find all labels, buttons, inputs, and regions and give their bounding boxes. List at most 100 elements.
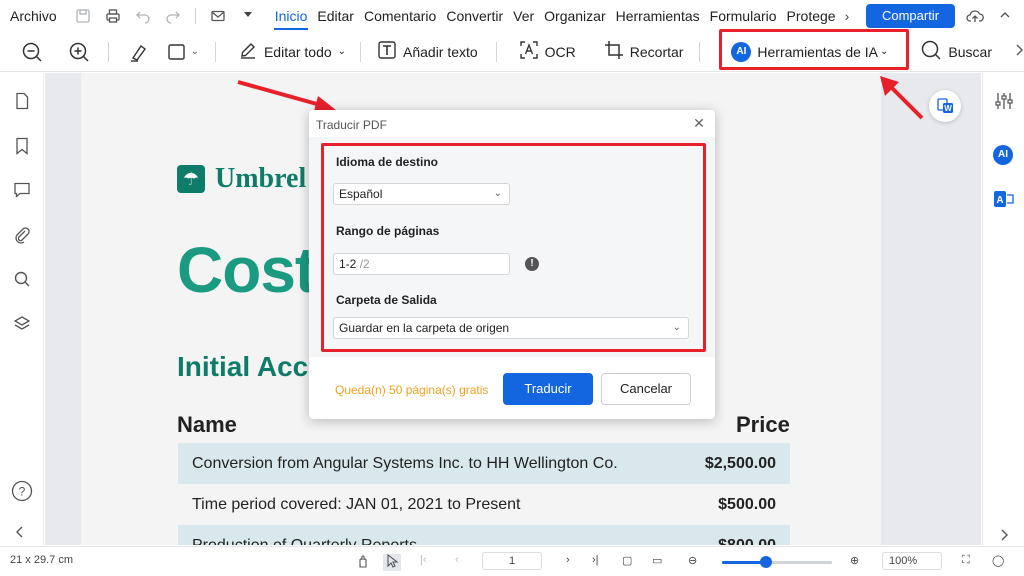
last-page-icon[interactable]: ›|	[592, 554, 599, 566]
row-price: $800.00	[718, 536, 776, 546]
first-page-icon[interactable]: |‹	[420, 554, 427, 566]
svg-text:W: W	[944, 104, 952, 113]
collapse-up-icon[interactable]	[998, 8, 1012, 27]
cancel-button[interactable]: Cancelar	[601, 373, 691, 405]
toolbar-more-chevron-icon[interactable]	[1014, 43, 1024, 60]
adjust-sliders-icon[interactable]	[994, 91, 1014, 116]
shape-rectangle-icon[interactable]	[166, 40, 189, 64]
tab-formulario[interactable]: Formulario	[707, 0, 780, 32]
search-button[interactable]: Buscar	[920, 39, 992, 64]
print-icon[interactable]	[105, 8, 121, 24]
undo-icon[interactable]	[135, 8, 151, 24]
translate-button[interactable]: Traducir	[503, 373, 593, 405]
tab-inicio[interactable]: Inicio	[272, 0, 311, 32]
fit-page-icon[interactable]: ▭	[652, 554, 662, 567]
row-description: Conversion from Angular Systems Inc. to …	[192, 454, 618, 472]
ai-tools-highlight-box	[719, 29, 909, 70]
tabs-more-chevron-icon[interactable]: ›	[845, 8, 850, 24]
divider	[360, 41, 361, 62]
archivo-menu[interactable]: Archivo	[10, 8, 57, 24]
target-language-select[interactable]: Español ⌄	[333, 183, 510, 205]
shape-dropdown-chevron-icon[interactable]: ⌄	[191, 46, 199, 57]
page-range-value: 1-2	[339, 257, 357, 271]
save-icon[interactable]	[75, 8, 91, 24]
share-button[interactable]: Compartir	[866, 4, 955, 28]
add-text-label: Añadir texto	[403, 43, 478, 60]
ocr-label: OCR	[544, 43, 576, 60]
row-price: $500.00	[718, 495, 776, 513]
highlighter-icon[interactable]	[127, 40, 150, 64]
table-row: Time period covered: JAN 01, 2021 to Pre…	[178, 484, 790, 525]
divider	[495, 41, 497, 62]
prev-page-icon[interactable]: ‹	[455, 554, 459, 566]
zoom-level-input[interactable]: 100%	[882, 552, 942, 570]
output-folder-select[interactable]: Guardar en la carpeta de origen ⌄	[333, 317, 689, 339]
close-icon[interactable]: ✕	[692, 116, 706, 130]
section-heading: Initial Acc	[177, 351, 309, 382]
single-page-view-icon[interactable]: ▢	[622, 554, 632, 567]
info-icon[interactable]: !	[525, 257, 539, 271]
target-language-value: Español	[339, 187, 383, 201]
dropdown-caret-icon[interactable]	[240, 8, 256, 24]
ocr-button[interactable]: OCR	[519, 40, 576, 63]
tab-herramientas[interactable]: Herramientas	[613, 0, 703, 32]
dialog-title: Traducir PDF	[316, 118, 387, 132]
divider	[215, 41, 216, 62]
edit-all-label: Editar todo	[263, 43, 332, 60]
attachment-icon[interactable]	[13, 226, 31, 244]
output-folder-label: Carpeta de Salida	[336, 293, 437, 307]
translate-icon[interactable]: A	[993, 189, 1015, 214]
bookmark-icon[interactable]	[13, 137, 31, 155]
zoom-in-icon[interactable]	[68, 40, 91, 64]
zoom-slider-handle[interactable]	[760, 556, 772, 568]
page-dimensions: 21 x 29.7 cm	[10, 554, 73, 566]
status-bar: 21 x 29.7 cm |‹ ‹ 1 › ›| ▢ ▭ ⊖ ⊕ 100% ⛶ …	[0, 546, 1024, 576]
page-range-label: Rango de páginas	[336, 224, 440, 238]
free-pages-notice: Queda(n) 50 página(s) gratis	[335, 383, 489, 397]
umbrella-icon: ☂	[177, 165, 205, 193]
svg-text:A: A	[996, 195, 1003, 206]
crop-button[interactable]: Recortar	[604, 40, 684, 63]
fullscreen-icon[interactable]: ⛶	[962, 554, 970, 567]
ocr-scan-icon	[519, 40, 539, 63]
tab-convertir[interactable]: Convertir	[443, 0, 506, 32]
comment-icon[interactable]	[13, 181, 31, 199]
tab-protege[interactable]: Protege	[784, 0, 839, 32]
zoom-out-icon[interactable]	[21, 40, 44, 64]
company-logo: ☂ Umbrel	[177, 163, 306, 195]
tab-organizar[interactable]: Organizar	[541, 0, 608, 32]
divider	[699, 41, 701, 62]
zoom-slider[interactable]	[722, 556, 832, 568]
expand-right-chevron-icon[interactable]	[999, 528, 1009, 547]
page-range-input[interactable]: 1-2 /2	[333, 253, 510, 275]
ai-assistant-icon[interactable]: AI	[993, 145, 1013, 165]
layers-icon[interactable]	[13, 315, 31, 333]
crop-label: Recortar	[629, 43, 684, 60]
output-folder-value: Guardar en la carpeta de origen	[339, 321, 510, 335]
search-icon[interactable]	[13, 270, 31, 288]
zoom-out-icon[interactable]: ⊖	[688, 554, 697, 567]
row-description: Time period covered: JAN 01, 2021 to Pre…	[192, 495, 521, 513]
help-icon[interactable]: ?	[11, 480, 33, 502]
collapse-left-chevron-icon[interactable]	[15, 525, 33, 543]
hand-tool-icon[interactable]	[356, 554, 370, 571]
add-text-button[interactable]: Añadir texto	[377, 40, 478, 63]
fit-width-icon[interactable]: ◯	[992, 554, 1004, 567]
convert-to-word-icon[interactable]: W	[929, 90, 961, 122]
edit-all-button[interactable]: Editar todo ⌄	[238, 40, 346, 63]
tab-comentario[interactable]: Comentario	[361, 0, 439, 32]
next-page-icon[interactable]: ›	[566, 554, 570, 566]
svg-text:?: ?	[19, 485, 26, 499]
right-sidebar: AI A	[982, 73, 1024, 545]
page-thumbnail-icon[interactable]	[13, 92, 31, 110]
mail-icon[interactable]	[210, 8, 226, 24]
zoom-in-icon[interactable]: ⊕	[850, 554, 859, 567]
search-icon	[920, 39, 942, 64]
redo-icon[interactable]	[165, 8, 181, 24]
page-number-input[interactable]: 1	[482, 552, 542, 570]
row-price: $2,500.00	[704, 454, 776, 472]
tab-editar[interactable]: Editar	[314, 0, 357, 32]
upload-cloud-icon[interactable]	[966, 8, 984, 27]
tab-ver[interactable]: Ver	[510, 0, 537, 32]
select-tool-icon[interactable]	[383, 553, 401, 571]
